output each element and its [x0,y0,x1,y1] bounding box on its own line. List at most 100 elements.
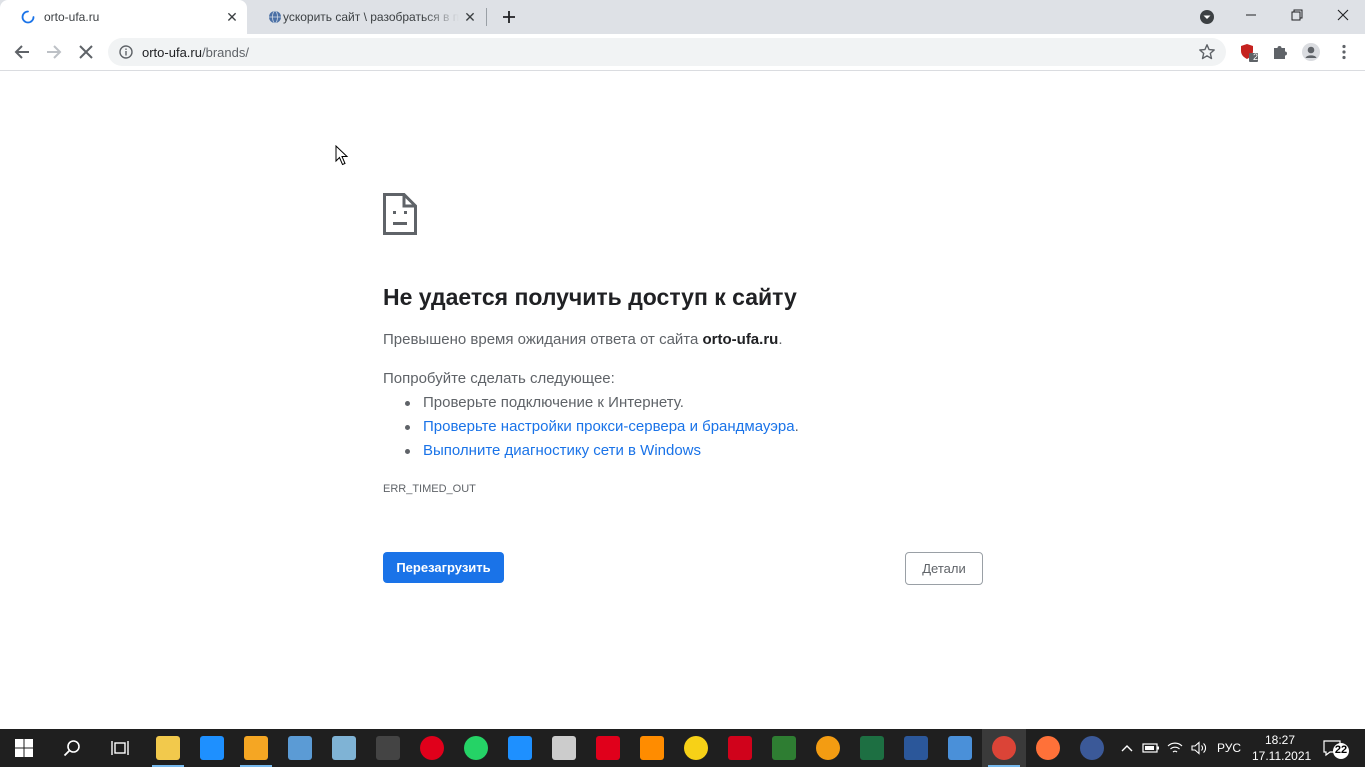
firefox-icon [1036,736,1060,760]
sad-page-icon [383,193,417,235]
taskbar-app-opera[interactable] [410,729,454,767]
suggestion-item: Проверьте подключение к Интернету. [405,394,799,418]
new-tab-button[interactable] [498,6,520,28]
taskbar-app-firefox[interactable] [1026,729,1070,767]
close-window-button[interactable] [1320,0,1365,30]
taskbar-app-photo-editor[interactable] [234,729,278,767]
error-title: Не удается получить доступ к сайту [383,284,797,310]
back-button[interactable] [12,42,32,62]
speaker-icon [1191,741,1206,755]
details-button[interactable]: Детали [905,552,983,585]
forward-arrow-icon [47,45,62,59]
task-view-button[interactable] [98,729,142,767]
chevron-up-icon [1121,745,1133,752]
control-panel-icon [288,736,312,760]
tab-search-icon[interactable] [1198,8,1216,26]
image-app-icon [772,736,796,760]
notes-icon [332,736,356,760]
close-icon [1337,9,1349,21]
tab-inactive[interactable]: ускорить сайт \ разобраться в п ✕ [247,0,487,34]
security-extension-button[interactable]: 2 [1238,42,1258,62]
taskbar-app-acrobat[interactable] [586,729,630,767]
bookmark-star-icon[interactable] [1198,43,1216,61]
notification-count: 22 [1334,744,1348,756]
tab-separator [486,8,487,26]
camera-app-icon [816,736,840,760]
extensions-button[interactable] [1270,42,1290,62]
windows-taskbar: РУС 18:27 17.11.2021 22 [0,729,1365,767]
tab-active[interactable]: orto-ufa.ru ✕ [0,0,247,34]
tab-close-icon[interactable]: ✕ [224,9,240,25]
taskbar-app-filezilla[interactable] [718,729,762,767]
search-button[interactable] [50,729,94,767]
restore-button[interactable] [1274,0,1320,30]
back-arrow-icon [14,45,29,59]
globe-icon [269,10,281,24]
menu-button[interactable] [1334,42,1354,62]
wifi-icon [1167,742,1183,753]
tab-title: orto-ufa.ru [44,10,100,24]
tab-close-icon[interactable]: ✕ [462,9,478,25]
url-path: /brands/ [201,45,249,60]
network-diagnostics-link[interactable]: Выполните диагностику сети в Windows [423,442,701,459]
taskbar-app-1c[interactable] [674,729,718,767]
taskbar-app-image-app[interactable] [762,729,806,767]
filezilla-icon [728,736,752,760]
taskbar-app-calculator[interactable] [366,729,410,767]
taskbar-app-excel[interactable] [850,729,894,767]
taskbar-app-vpn[interactable] [1070,729,1114,767]
start-button[interactable] [2,729,46,767]
puzzle-icon [1274,46,1287,59]
snipping-tool-icon [508,736,532,760]
task-view-icon [111,741,129,755]
suggestion-item: Выполните диагностику сети в Windows [405,442,799,466]
taskbar-app-camera-app[interactable] [806,729,850,767]
paint-icon [640,736,664,760]
restore-icon [1291,9,1303,21]
proxy-firewall-link[interactable]: Проверьте настройки прокси-сервера и бра… [423,418,795,435]
system-clock[interactable]: 18:27 17.11.2021 [1252,732,1311,764]
volume-tray-icon[interactable] [1188,729,1210,767]
taskbar-app-app-figure[interactable] [542,729,586,767]
info-icon[interactable] [119,45,133,59]
error-message-prefix: Превышено время ожидания ответа от сайта [383,331,703,348]
taskbar-app-notes[interactable] [322,729,366,767]
url-host: orto-ufa.ru [142,45,202,60]
forward-button[interactable] [44,42,64,62]
file-explorer-icon [156,736,180,760]
minimize-button[interactable] [1228,0,1274,30]
action-center-button[interactable]: 22 [1322,738,1350,760]
taskbar-app-whatsapp[interactable] [454,729,498,767]
reload-button[interactable]: Перезагрузить [383,552,504,583]
acrobat-icon [596,736,620,760]
address-bar[interactable]: orto-ufa.ru/brands/ [108,38,1226,66]
windows-logo-icon [15,739,33,757]
page-content: Не удается получить доступ к сайту Превы… [0,71,1365,729]
stop-icon [79,45,93,59]
battery-tray-icon[interactable] [1140,729,1162,767]
suggestion-item: Проверьте настройки прокси-сервера и бра… [405,418,799,442]
error-message-suffix: . [778,331,783,348]
browser-toolbar: orto-ufa.ru/brands/ 2 [0,34,1365,71]
tab-strip: orto-ufa.ru ✕ ускорить сайт \ разобратьс… [0,0,1365,34]
taskbar-app-paint[interactable] [630,729,674,767]
battery-icon [1142,743,1159,753]
error-message: Превышено время ожидания ответа от сайта… [383,331,783,348]
taskbar-app-file-explorer[interactable] [146,729,190,767]
taskbar-app-internet-explorer[interactable] [190,729,234,767]
vpn-icon [1080,736,1104,760]
taskbar-app-snipping-tool[interactable] [498,729,542,767]
stop-loading-button[interactable] [76,42,96,62]
taskbar-app-word[interactable] [894,729,938,767]
taskbar-app-chrome[interactable] [982,729,1026,767]
calculator-icon [376,736,400,760]
network-tray-icon[interactable] [1164,729,1186,767]
plus-icon [503,11,515,23]
taskbar-app-control-panel[interactable] [278,729,322,767]
profile-button[interactable] [1301,42,1321,62]
show-hidden-icons-button[interactable] [1116,729,1138,767]
internet-explorer-icon [200,736,224,760]
language-indicator[interactable]: РУС [1212,729,1246,767]
extension-badge-count: 2 [1252,52,1258,62]
taskbar-app-remote-desktop[interactable] [938,729,982,767]
